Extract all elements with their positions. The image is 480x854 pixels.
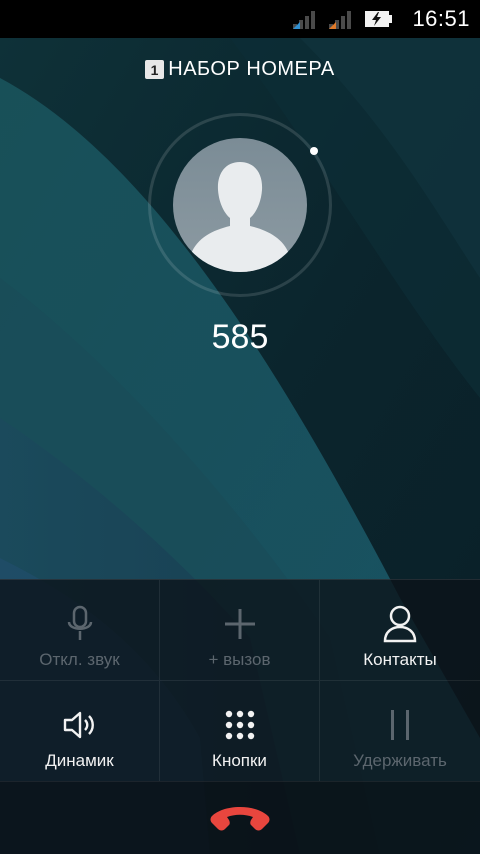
call-state-label: НАБОР НОМЕРА [168,58,335,80]
end-call-bar [0,781,480,854]
mute-label: Откл. звук [39,650,120,669]
dialed-number: 585 [211,318,269,356]
hold-label: Удерживать [353,751,447,770]
signal-sim2-icon [328,8,354,30]
contact-avatar [173,138,307,272]
end-call-icon [210,807,270,831]
contacts-label: Контакты [363,650,437,669]
add-call-label: + вызов [208,650,271,669]
microphone-icon [65,604,95,644]
speaker-button[interactable]: Динамик [0,681,160,782]
sim-slot-badge: 1 [145,60,165,79]
status-clock: 16:51 [412,6,470,31]
progress-dot [310,147,318,155]
battery-charging-icon [364,9,394,29]
mute-button[interactable]: Откл. звук [0,580,160,681]
dialpad-label: Кнопки [212,751,267,770]
speaker-label: Динамик [45,751,114,770]
in-call-controls: Откл. звук + вызов Контакты Динамик Кноп… [0,579,480,782]
person-silhouette-icon [191,162,289,272]
dialpad-button[interactable]: Кнопки [160,681,320,782]
hold-button[interactable]: Удерживать [320,681,480,782]
speaker-icon [62,705,98,745]
add-call-icon [223,604,257,644]
add-call-button[interactable]: + вызов [160,580,320,681]
call-screen: 16:51 1 НАБОР НОМЕРА 585 Откл. звук + вы… [0,0,480,854]
call-state-header: 1 НАБОР НОМЕРА [0,58,480,81]
contacts-button[interactable]: Контакты [320,580,480,681]
dialpad-icon [224,705,256,745]
status-bar: 16:51 [0,0,480,38]
end-call-button[interactable] [195,788,285,848]
signal-sim1-icon [292,8,318,30]
contacts-icon [383,604,417,644]
hold-icon [388,705,412,745]
